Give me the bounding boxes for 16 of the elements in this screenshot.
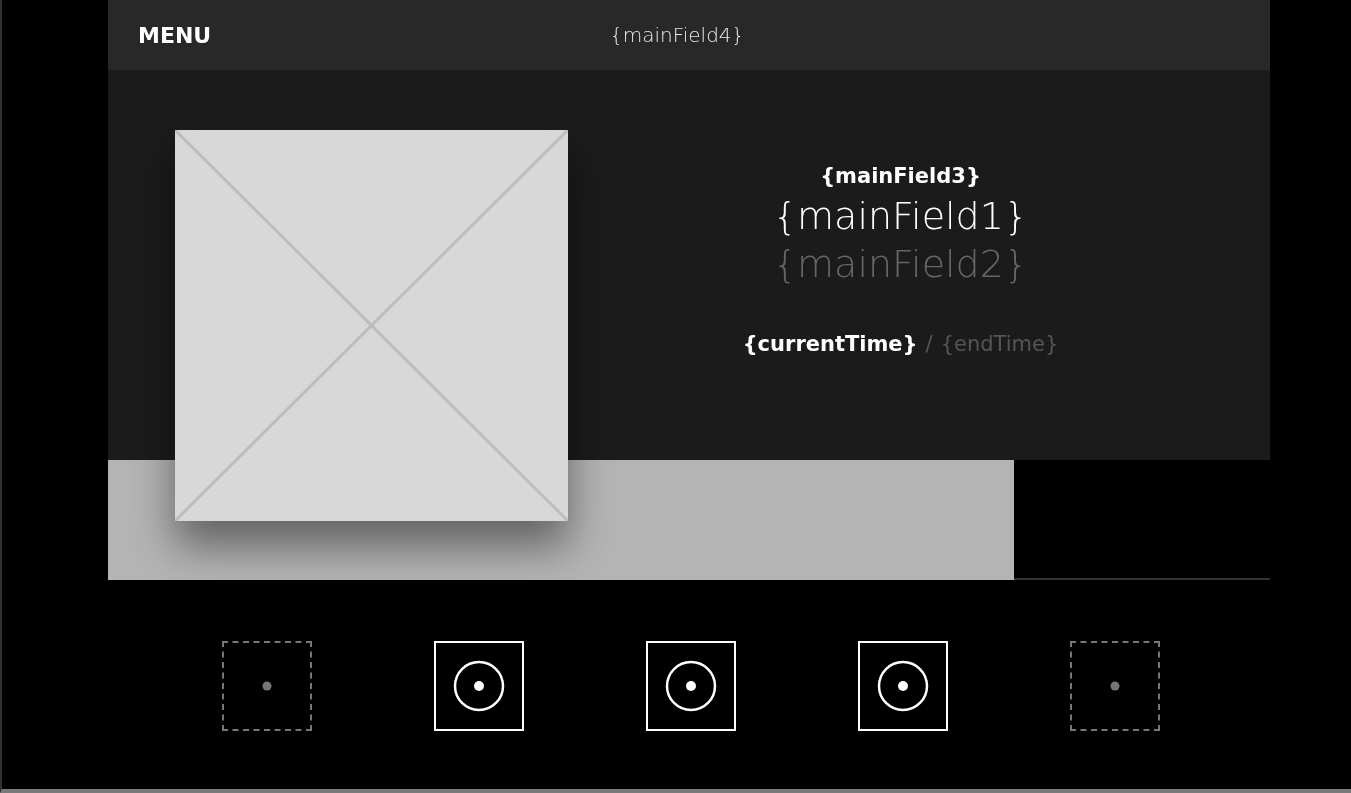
header-title: {mainField4}: [610, 23, 745, 47]
main-field-1: {mainField1}: [772, 194, 1029, 238]
end-time: {endTime}: [940, 332, 1059, 356]
target-icon: [451, 658, 507, 714]
control-button[interactable]: [646, 641, 736, 731]
target-icon: [663, 658, 719, 714]
main-field-2: {mainField2}: [772, 242, 1029, 286]
target-icon: [875, 658, 931, 714]
main-field-3: {mainField3}: [820, 164, 981, 188]
menu-button[interactable]: MENU: [138, 22, 212, 48]
dot-icon: [1110, 681, 1120, 691]
current-time: {currentTime}: [742, 332, 918, 356]
time-separator: /: [925, 332, 933, 356]
control-button[interactable]: [858, 641, 948, 731]
control-button[interactable]: [434, 641, 524, 731]
dot-icon: [262, 681, 272, 691]
